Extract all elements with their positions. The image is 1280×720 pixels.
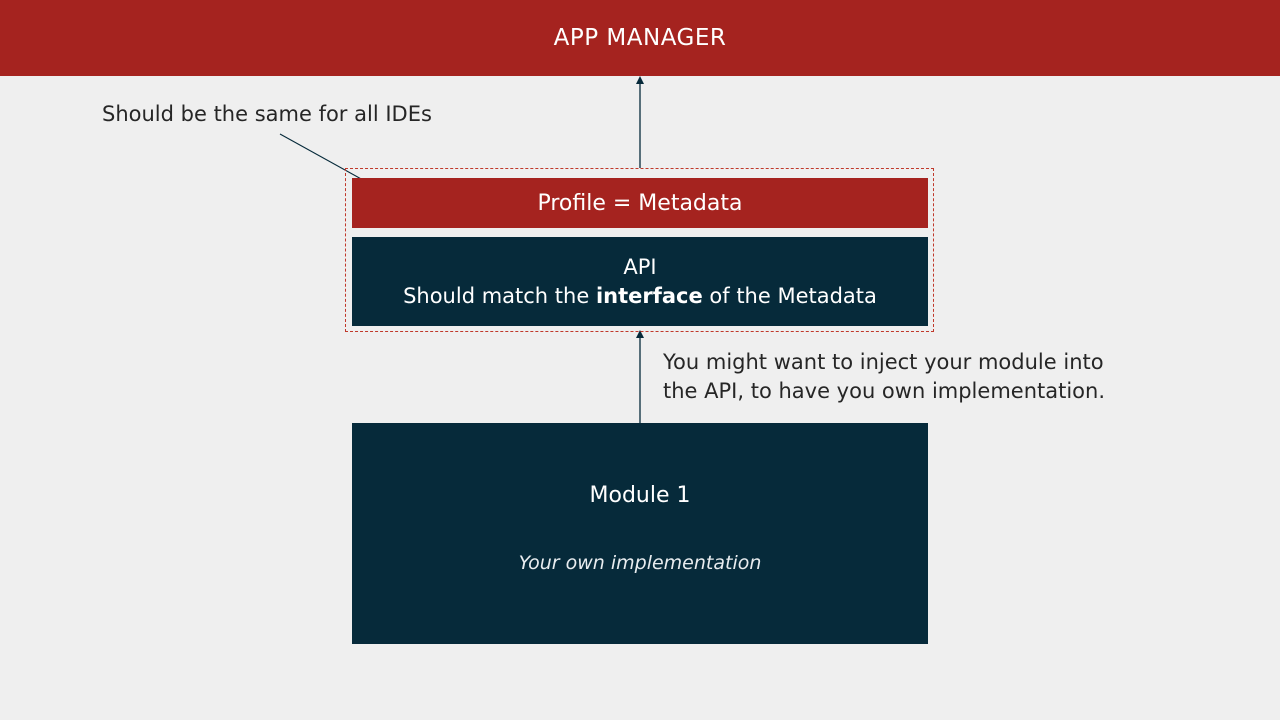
module-1-box: Module 1 Your own implementation (352, 423, 928, 644)
api-description: Should match the interface of the Metada… (403, 282, 877, 311)
module-title: Module 1 (589, 483, 691, 508)
app-manager-bar: APP MANAGER (0, 0, 1280, 76)
api-box: API Should match the interface of the Me… (352, 237, 928, 326)
note-inject-line-2: the API, to have you own implementation. (663, 379, 1106, 403)
app-manager-label: APP MANAGER (553, 25, 727, 51)
api-desc-after: of the Metadata (702, 283, 877, 308)
profile-metadata-box: Profile = Metadata (352, 178, 928, 228)
note-inject-module: You might want to inject your module int… (663, 348, 1105, 406)
api-title: API (623, 254, 657, 279)
note-same-for-all-ides: Should be the same for all IDEs (102, 102, 432, 126)
module-subtitle: Your own implementation (518, 552, 762, 574)
api-desc-bold: interface (595, 283, 703, 308)
profile-label: Profile = Metadata (537, 190, 743, 216)
api-desc-before: Should match the (403, 283, 596, 308)
note-inject-line-1: You might want to inject your module int… (663, 350, 1104, 374)
